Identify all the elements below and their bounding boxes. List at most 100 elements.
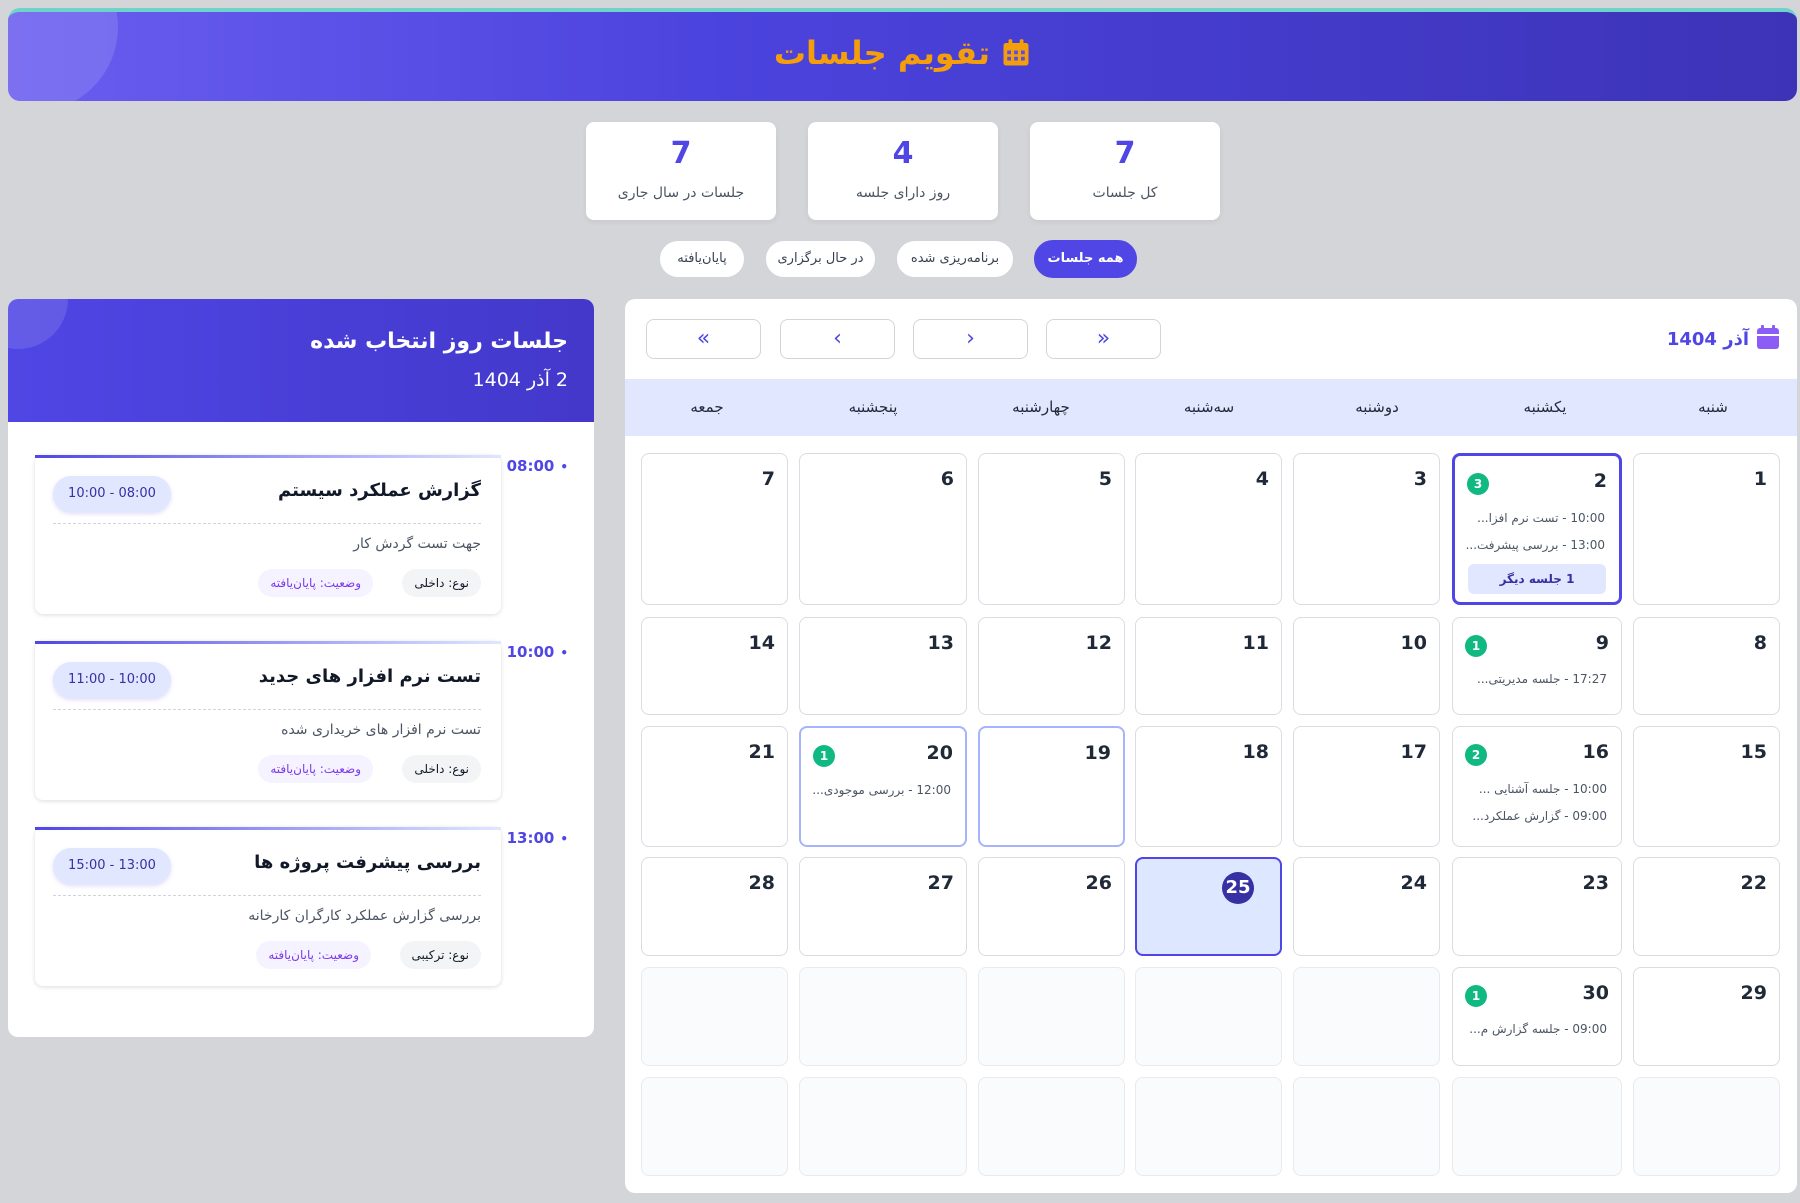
meeting-title: بررسی پیشرفت پروژه ها [254, 852, 481, 873]
day-event-line[interactable]: 09:00 - گزارش عملکرد... [1472, 809, 1607, 823]
calendar-day[interactable]: 17 [1293, 726, 1440, 847]
filter-finished-button[interactable]: پایان‌یافته [659, 240, 745, 278]
stat-days-with-meetings: 4 روز دارای جلسه [808, 122, 998, 220]
day-number: 3 [1413, 468, 1427, 490]
meeting-count-badge: 2 [1465, 744, 1487, 766]
calendar-day-selected[interactable]: 2 3 10:00 - تست نرم افزا... 13:00 - بررس… [1452, 453, 1622, 605]
day-event-line[interactable]: 17:27 - جلسه مدیریتی... [1477, 672, 1607, 686]
meeting-count-badge: 3 [1467, 473, 1489, 495]
stat-value: 7 [670, 136, 692, 171]
filter-in-progress-button[interactable]: در حال برگزاری [765, 240, 876, 278]
calendar-day[interactable]: 24 [1293, 857, 1440, 956]
timeline-time: 08:00 [507, 457, 568, 475]
calendar-day[interactable]: 1 [1633, 453, 1780, 605]
day-number: 4 [1255, 468, 1269, 490]
divider [53, 523, 481, 524]
prev-year-button[interactable]: « [1046, 319, 1161, 359]
meeting-time-range: 15:00 - 13:00 [53, 848, 171, 884]
weekday-label: شنبه [1698, 398, 1728, 416]
calendar-day[interactable]: 14 [641, 617, 788, 715]
day-number: 30 [1582, 982, 1609, 1004]
day-number: 6 [940, 468, 954, 490]
meeting-count-badge: 1 [1465, 635, 1487, 657]
calendar-day[interactable]: 28 [641, 857, 788, 956]
calendar-day[interactable]: 26 [978, 857, 1125, 956]
day-number: 9 [1595, 632, 1609, 654]
calendar-day[interactable]: 22 [1633, 857, 1780, 956]
calendar-day[interactable]: 15 [1633, 726, 1780, 847]
prev-month-button[interactable]: ‹ [913, 319, 1028, 359]
stat-label: روز دارای جلسه [855, 185, 951, 201]
timeline-time: 10:00 [507, 643, 568, 661]
filter-scheduled-button[interactable]: برنامه‌ریزی شده [896, 240, 1014, 278]
day-number: 29 [1740, 982, 1767, 1004]
calendar-day[interactable]: 8 [1633, 617, 1780, 715]
meeting-card[interactable]: بررسی پیشرفت پروژه ها 15:00 - 13:00 بررس… [35, 827, 501, 986]
filter-all-button[interactable]: همه جلسات [1034, 240, 1137, 278]
selected-day-panel: جلسات روز انتخاب شده 2 آذر 1404 08:00 گز… [8, 299, 594, 1037]
selected-day-title: جلسات روز انتخاب شده [310, 329, 568, 354]
day-number: 20 [926, 742, 953, 764]
calendar-day-empty [1293, 967, 1440, 1066]
stat-value: 7 [1114, 136, 1136, 171]
weekday-label: سه‌شنبه [1183, 398, 1235, 416]
calendar-day[interactable]: 11 [1135, 617, 1282, 715]
calendar-day-empty [978, 1077, 1125, 1176]
day-number: 1 [1753, 468, 1767, 490]
calendar-day[interactable]: 3 [1293, 453, 1440, 605]
calendar-day[interactable]: 16 2 10:00 - جلسه آشنایی ... 09:00 - گزا… [1452, 726, 1622, 847]
calendar-day[interactable]: 18 [1135, 726, 1282, 847]
day-event-line[interactable]: 10:00 - جلسه آشنایی ... [1479, 782, 1607, 796]
day-number: 19 [1084, 742, 1111, 764]
meeting-description: تست نرم افزار های خریداری شده [281, 722, 481, 738]
day-number: 26 [1085, 872, 1112, 894]
day-number: 18 [1242, 741, 1269, 763]
meeting-title: تست نرم افزار های جدید [258, 666, 481, 687]
calendar-day[interactable]: 27 [799, 857, 967, 956]
meeting-description: جهت تست گردش کار [353, 536, 481, 552]
divider [53, 709, 481, 710]
meeting-type-tag: نوع: ترکیبی [399, 941, 481, 969]
calendar-day-today[interactable]: 25 [1135, 857, 1282, 956]
calendar-day[interactable]: 21 [641, 726, 788, 847]
meeting-card[interactable]: تست نرم افزار های جدید 11:00 - 10:00 تست… [35, 641, 501, 800]
calendar-day-empty [799, 967, 967, 1066]
calendar-day[interactable]: 30 1 09:00 - جلسه گزارش م... [1452, 967, 1622, 1066]
calendar-day[interactable]: 10 [1293, 617, 1440, 715]
calendar-day[interactable]: 20 1 12:00 - بررسی موجودی... [799, 726, 967, 847]
calendar-day[interactable]: 7 [641, 453, 788, 605]
day-number: 12 [1085, 632, 1112, 654]
meeting-count-badge: 1 [813, 745, 835, 767]
day-event-line[interactable]: 12:00 - بررسی موجودی... [812, 783, 951, 797]
day-number: 7 [761, 468, 775, 490]
weekday-label: دوشنبه [1355, 398, 1399, 416]
meeting-type-tag: نوع: داخلی [402, 569, 481, 597]
calendar-day[interactable]: 4 [1135, 453, 1282, 605]
day-number: 13 [927, 632, 954, 654]
day-event-line[interactable]: 13:00 - بررسی پیشرفت... [1466, 538, 1605, 552]
day-event-line[interactable]: 10:00 - تست نرم افزا... [1477, 511, 1605, 525]
day-number: 28 [748, 872, 775, 894]
meeting-status-tag: وضعیت: پایان‌یافته [256, 941, 371, 969]
day-number: 25 [1222, 872, 1254, 904]
meeting-card[interactable]: گزارش عملکرد سیستم 10:00 - 08:00 جهت تست… [35, 455, 501, 614]
calendar-day[interactable]: 29 [1633, 967, 1780, 1066]
calendar-day[interactable]: 12 [978, 617, 1125, 715]
day-number: 23 [1582, 872, 1609, 894]
calendar-day[interactable]: 5 [978, 453, 1125, 605]
calendar-day[interactable]: 23 [1452, 857, 1622, 956]
next-year-button[interactable]: » [646, 319, 761, 359]
calendar-day[interactable]: 19 [978, 726, 1125, 847]
day-event-line[interactable]: 09:00 - جلسه گزارش م... [1469, 1022, 1607, 1036]
meeting-time-range: 10:00 - 08:00 [53, 476, 171, 512]
calendar-day[interactable]: 13 [799, 617, 967, 715]
meeting-count-badge: 1 [1465, 985, 1487, 1007]
day-number: 24 [1400, 872, 1427, 894]
calendar-day[interactable]: 9 1 17:27 - جلسه مدیریتی... [1452, 617, 1622, 715]
next-month-button[interactable]: › [780, 319, 895, 359]
more-meetings-button[interactable]: 1 جلسه دیگر [1468, 564, 1606, 594]
page-header: تقویم جلسات [8, 8, 1797, 101]
calendar-day-empty [799, 1077, 967, 1176]
day-number: 22 [1740, 872, 1767, 894]
calendar-day[interactable]: 6 [799, 453, 967, 605]
